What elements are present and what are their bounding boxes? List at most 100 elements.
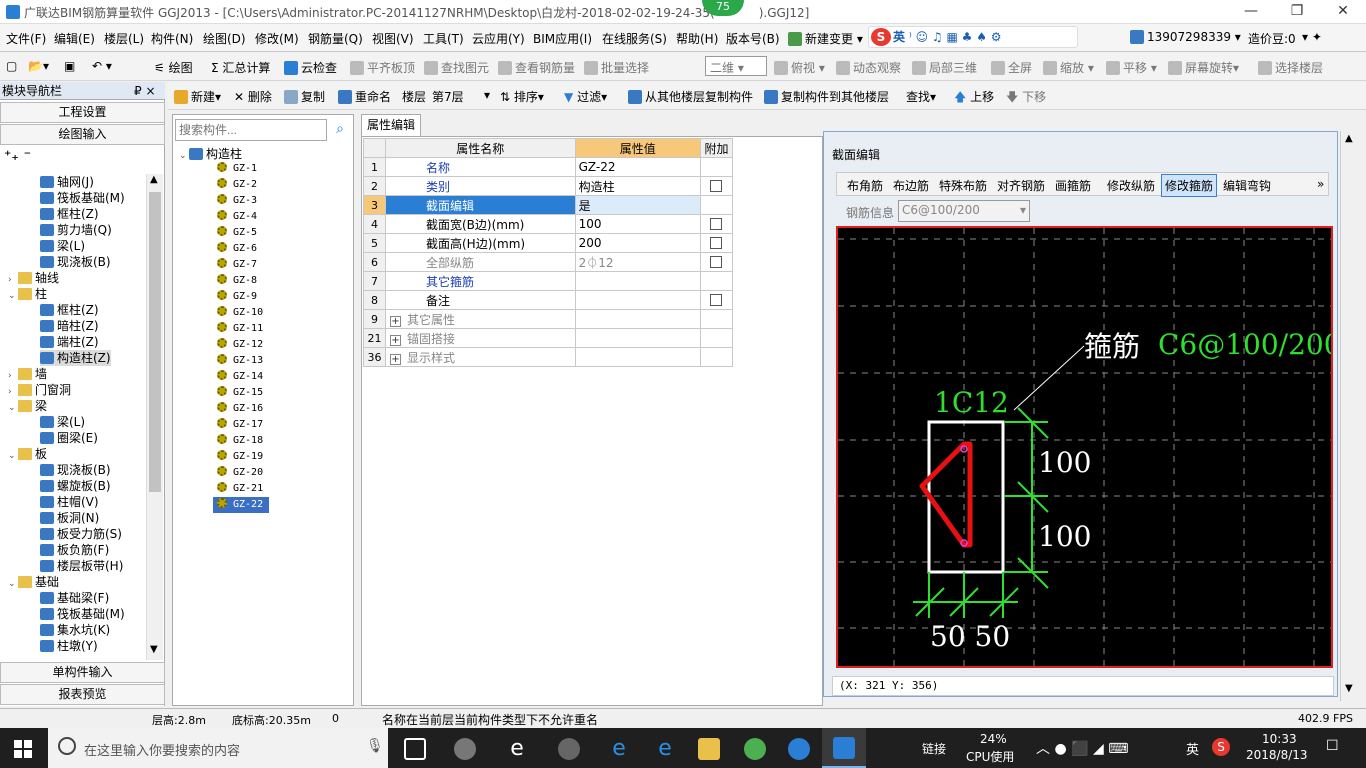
nav-folder[interactable]: ⌄ 梁 [8, 398, 47, 414]
prop-name[interactable]: 截面宽(B边)(mm) [384, 214, 576, 234]
component-item[interactable]: GZ-15 [217, 385, 263, 401]
rename-button[interactable]: 重命名 [338, 88, 391, 105]
property-row[interactable]: 7 其它箍筋 [363, 271, 734, 291]
property-row[interactable]: 6 全部纵筋 2⏀12 [363, 252, 734, 272]
glodon-icon[interactable] [788, 738, 810, 760]
tray-icons[interactable]: ︿ ● ⬛ ◢ ⌨ [1036, 738, 1128, 758]
move-down-button[interactable]: 🡇 下移 [1006, 88, 1046, 109]
search-icon[interactable]: ⌕ [329, 119, 351, 141]
main-scrollbar[interactable]: ▲ ▼ [1340, 131, 1358, 701]
nav-folder[interactable]: ⌄ 板 [8, 446, 47, 462]
tab-special-rebar[interactable]: 特殊布筋 [939, 177, 987, 194]
help-icon[interactable]: ▾ ✦ [1302, 30, 1322, 44]
windows-start-icon[interactable] [14, 740, 32, 758]
component-item[interactable]: GZ-5 [217, 225, 257, 241]
prop-name[interactable]: 截面编辑 [384, 195, 576, 215]
nav-item[interactable]: 暗柱(Z) [40, 318, 99, 334]
copy-from-floor-button[interactable]: 从其他楼层复制构件 [628, 88, 753, 105]
prop-value[interactable]: GZ-22 [574, 157, 701, 177]
prop-name[interactable]: 全部纵筋 [384, 252, 576, 272]
component-root[interactable]: ⌄ 构造柱 [179, 145, 242, 161]
dynamic-view-button[interactable]: 动态观察 [836, 59, 901, 76]
expand-icon[interactable]: ⌄ [8, 288, 18, 304]
expand-plus-icon[interactable]: + [389, 315, 401, 327]
component-item[interactable]: GZ-10 [217, 305, 263, 321]
attach-checkbox[interactable] [710, 218, 723, 230]
select-floor-button[interactable]: 选择楼层 [1258, 59, 1323, 76]
clock-date[interactable]: 2018/8/13 [1246, 748, 1308, 762]
minimize-button[interactable]: — [1228, 0, 1274, 24]
prop-value[interactable]: 构造柱 [574, 176, 701, 196]
component-item[interactable]: GZ-14 [217, 369, 263, 385]
sum-button[interactable]: Σ 汇总计算 [211, 59, 270, 76]
rebar-info-select[interactable]: C6@100/200 ▾ [898, 200, 1030, 222]
menu-cloud[interactable]: 云应用(Y) [472, 30, 525, 47]
nav-item[interactable]: 基础梁(F) [40, 590, 109, 606]
property-row[interactable]: 4 截面宽(B边)(mm) 100 [363, 214, 734, 234]
close-button[interactable]: ✕ [1320, 0, 1366, 24]
open-icon[interactable]: 📂▾ [28, 59, 49, 73]
property-row[interactable]: 21 + 锚固搭接 [363, 328, 734, 348]
menu-rebar[interactable]: 钢筋量(Q) [308, 30, 363, 47]
view-rebar-button[interactable]: 查看钢筋量 [498, 59, 575, 76]
component-search-input[interactable] [175, 119, 327, 141]
prop-value[interactable]: 2⏀12 [574, 252, 701, 272]
property-row[interactable]: 9 + 其它属性 [363, 309, 734, 329]
tab-corner-rebar[interactable]: 布角筋 [847, 177, 883, 194]
component-item[interactable]: GZ-1 [217, 161, 257, 177]
move-up-button[interactable]: 🡅 上移 [954, 88, 994, 109]
property-row[interactable]: 3 截面编辑 是 [363, 195, 734, 215]
nav-item[interactable]: 板受力筋(S) [40, 526, 122, 542]
tab-draw-hoop[interactable]: 画箍筋 [1055, 177, 1091, 194]
scroll-up-icon[interactable]: ▲ [150, 174, 158, 185]
undo-icon[interactable]: ↶ ▾ [92, 59, 112, 73]
component-item[interactable]: GZ-4 [217, 209, 257, 225]
nav-item[interactable]: 现浇板(B) [40, 462, 111, 478]
batch-select-button[interactable]: 批量选择 [584, 59, 649, 76]
prop-name[interactable]: 其它箍筋 [384, 271, 576, 291]
component-item[interactable]: GZ-7 [217, 257, 257, 273]
nav-item[interactable]: 构造柱(Z) [40, 350, 111, 366]
tab-edit-hook[interactable]: 编辑弯钩 [1223, 177, 1271, 194]
menu-edit[interactable]: 编辑(E) [54, 30, 95, 47]
prop-name[interactable]: + 其它属性 [384, 309, 576, 329]
attach-checkbox[interactable] [710, 256, 723, 268]
attach-checkbox[interactable] [710, 180, 723, 192]
prop-value[interactable] [574, 290, 701, 310]
mic-icon[interactable]: 🎙 [366, 738, 384, 754]
new-component-button[interactable]: 新建▾ [174, 88, 221, 105]
edge-icon[interactable]: e [608, 738, 630, 760]
nav-folder[interactable]: ⌄ 柱 [8, 286, 47, 302]
floor-select[interactable]: 第7层 ▾ [432, 88, 492, 105]
menu-modify[interactable]: 修改(M) [255, 30, 299, 47]
app-icon-3[interactable] [558, 738, 580, 760]
component-item[interactable]: GZ-22 [213, 497, 269, 513]
expand-icon[interactable]: ⌄ [8, 448, 18, 464]
prop-name[interactable]: + 显示样式 [384, 347, 576, 367]
component-item[interactable]: GZ-3 [217, 193, 257, 209]
menu-help[interactable]: 帮助(H) [676, 30, 718, 47]
prop-name[interactable]: 截面高(H边)(mm) [384, 233, 576, 253]
property-row[interactable]: 5 截面高(H边)(mm) 200 [363, 233, 734, 253]
nav-item[interactable]: 柱帽(V) [40, 494, 99, 510]
prop-value[interactable]: 200 [574, 233, 701, 253]
view-mode-select[interactable]: 二维 ▾ [705, 56, 767, 76]
ie-icon[interactable]: e [506, 738, 528, 760]
draw-button[interactable]: ⚟ 绘图 [154, 59, 193, 76]
prop-name[interactable]: 名称 [384, 157, 576, 177]
prop-name[interactable]: 类别 [384, 176, 576, 196]
component-item[interactable]: GZ-17 [217, 417, 263, 433]
ie2-icon[interactable]: e [654, 738, 676, 760]
scroll-down-icon[interactable]: ▼ [150, 644, 158, 655]
tray-link[interactable]: 链接 [922, 740, 946, 757]
component-item[interactable]: GZ-20 [217, 465, 263, 481]
property-row[interactable]: 8 备注 [363, 290, 734, 310]
nav-folder[interactable]: › 门窗洞 [8, 382, 71, 398]
component-item[interactable]: GZ-16 [217, 401, 263, 417]
nav-item[interactable]: 筏板基础(M) [40, 606, 125, 622]
nav-item[interactable]: 框柱(Z) [40, 302, 99, 318]
prop-value[interactable] [574, 328, 701, 348]
property-row[interactable]: 1 名称 GZ-22 [363, 157, 734, 177]
prop-name[interactable]: 备注 [384, 290, 576, 310]
tab-edge-rebar[interactable]: 布边筋 [893, 177, 929, 194]
